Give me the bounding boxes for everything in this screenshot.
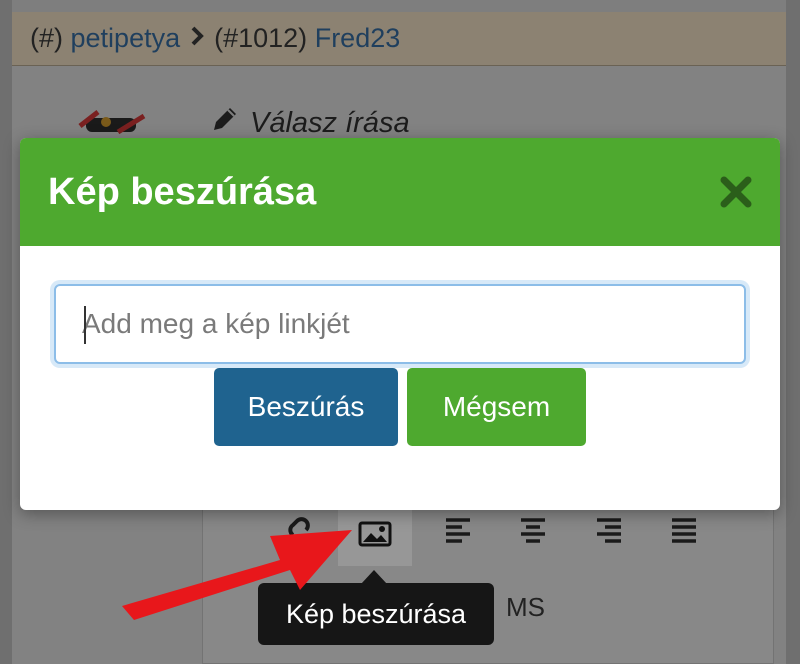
- align-center-icon[interactable]: [513, 510, 553, 550]
- insert-image-button[interactable]: [338, 506, 412, 566]
- page-margin-left: [0, 0, 12, 664]
- reply-heading: Válasz írása: [210, 104, 410, 142]
- breadcrumb: (#) petipetya (#1012) Fred23: [12, 12, 786, 66]
- text-caret: [84, 306, 86, 344]
- align-right-icon[interactable]: [589, 510, 629, 550]
- align-left-icon[interactable]: [438, 510, 478, 550]
- insert-button[interactable]: Beszúrás: [214, 368, 398, 446]
- chevron-right-icon: [190, 25, 204, 53]
- reply-heading-label: Válasz írása: [250, 106, 410, 139]
- dialog-body: Beszúrás Mégsem: [20, 246, 780, 510]
- insert-image-dialog: Kép beszúrása Beszúrás Mégsem: [20, 138, 780, 510]
- dialog-title: Kép beszúrása: [48, 170, 317, 213]
- align-justify-icon[interactable]: [664, 510, 704, 550]
- breadcrumb-user2-link[interactable]: Fred23: [315, 23, 401, 54]
- close-icon[interactable]: [716, 172, 756, 212]
- avatar: [78, 108, 150, 142]
- link-icon[interactable]: [278, 510, 318, 550]
- tooltip: Kép beszúrása: [258, 583, 494, 645]
- breadcrumb-prefix: (#): [30, 23, 63, 53]
- tooltip-arrow: [361, 570, 387, 584]
- breadcrumb-user-link[interactable]: petipetya: [71, 23, 181, 54]
- pencil-icon: [210, 104, 240, 142]
- cancel-button[interactable]: Mégsem: [407, 368, 586, 446]
- editor-partial-text: MS: [506, 592, 545, 622]
- image-url-input[interactable]: [54, 284, 746, 364]
- breadcrumb-topic-prefix: (#1012): [214, 23, 308, 53]
- image-icon: [358, 521, 392, 552]
- dialog-header: Kép beszúrása: [20, 138, 780, 246]
- page-margin-right: [786, 0, 800, 664]
